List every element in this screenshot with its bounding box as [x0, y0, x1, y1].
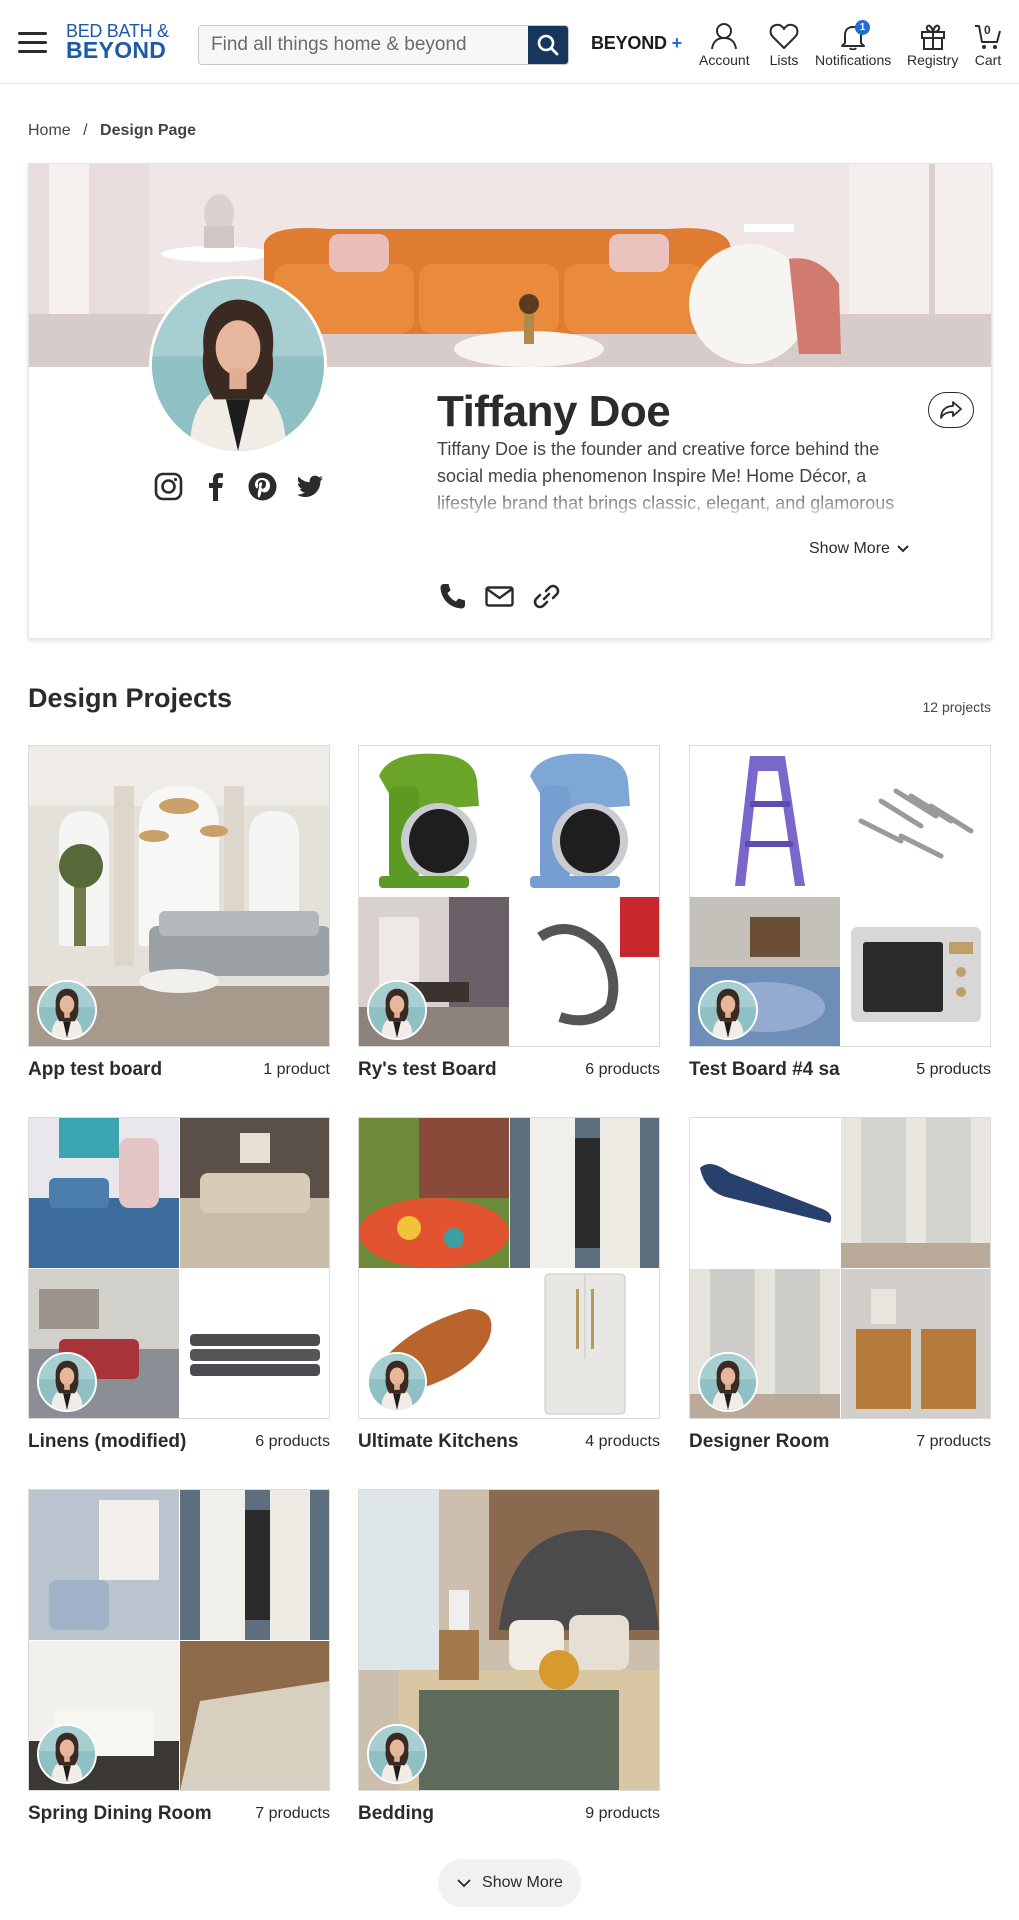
nav-account-label: Account — [699, 52, 750, 68]
project-product-count: 7 products — [916, 1433, 991, 1450]
project-title: Bedding — [358, 1803, 434, 1824]
twitter-icon[interactable] — [294, 471, 325, 502]
share-icon — [940, 401, 962, 419]
nav-notifications-label: Notifications — [815, 52, 892, 68]
notifications-badge: 1 — [855, 20, 870, 35]
site-header: BED BATH & BEYOND BEYOND + Account Lists… — [0, 0, 1019, 84]
designer-avatar — [37, 980, 97, 1040]
design-projects-heading: Design Projects — [28, 683, 233, 713]
project-card[interactable]: App test board 1 product — [28, 745, 330, 1080]
project-card[interactable]: Spring Dining Room 7 products — [28, 1489, 330, 1824]
designer-profile-card: Tiffany Doe Tiffany Doe is the founder a… — [28, 163, 992, 639]
mail-icon[interactable] — [484, 581, 515, 612]
project-thumbnail — [358, 745, 660, 1047]
designer-avatar — [698, 980, 758, 1040]
contact-links — [437, 581, 562, 612]
nav-cart-label: Cart — [974, 52, 1002, 68]
search-bar — [198, 25, 569, 65]
projects-count: 12 projects — [922, 699, 991, 715]
project-card[interactable]: Test Board #4 sa 5 products — [689, 745, 991, 1080]
breadcrumb: Home / Design Page — [28, 122, 196, 140]
project-title: Spring Dining Room — [28, 1803, 212, 1824]
project-product-count: 6 products — [255, 1433, 330, 1450]
project-title: Test Board #4 sa — [689, 1059, 840, 1080]
search-input[interactable] — [199, 26, 529, 64]
search-icon — [537, 34, 559, 56]
project-product-count: 4 products — [585, 1433, 660, 1450]
project-title: Ultimate Kitchens — [358, 1431, 519, 1452]
project-product-count: 7 products — [255, 1805, 330, 1822]
account-icon — [711, 23, 738, 50]
social-links — [153, 471, 325, 502]
designer-avatar — [37, 1352, 97, 1412]
nav-registry[interactable]: Registry — [907, 22, 958, 68]
instagram-icon[interactable] — [153, 471, 184, 502]
project-thumbnail — [689, 1117, 991, 1419]
project-product-count: 9 products — [585, 1805, 660, 1822]
cart-count: 0 — [984, 23, 991, 37]
project-title: Designer Room — [689, 1431, 830, 1452]
search-button[interactable] — [528, 26, 568, 64]
site-logo[interactable]: BED BATH & BEYOND — [66, 22, 171, 62]
beyond-plus-sign: + — [671, 33, 683, 53]
breadcrumb-separator: / — [83, 122, 88, 139]
breadcrumb-current: Design Page — [100, 122, 197, 139]
nav-notifications[interactable]: 1 Notifications — [815, 20, 892, 68]
project-thumbnail — [358, 1489, 660, 1791]
project-product-count: 5 products — [916, 1061, 991, 1078]
nav-registry-label: Registry — [907, 52, 959, 68]
pinterest-icon[interactable] — [247, 471, 278, 502]
beyond-label: BEYOND — [591, 33, 667, 53]
nav-cart[interactable]: 0 Cart — [973, 22, 1003, 68]
nav-account[interactable]: Account — [699, 22, 750, 68]
profile-avatar — [149, 276, 327, 454]
designer-avatar — [367, 1352, 427, 1412]
breadcrumb-home[interactable]: Home — [28, 122, 71, 139]
phone-icon[interactable] — [437, 581, 468, 612]
project-card[interactable]: Bedding 9 products — [358, 1489, 660, 1824]
projects-show-more-button[interactable]: Show More — [438, 1859, 581, 1907]
project-card[interactable]: Linens (modified) 6 products — [28, 1117, 330, 1452]
logo-line-2: BEYOND — [66, 37, 167, 63]
project-thumbnail — [28, 745, 330, 1047]
designer-avatar — [367, 1724, 427, 1784]
project-card[interactable]: Designer Room 7 products — [689, 1117, 991, 1452]
chevron-down-icon — [457, 1879, 471, 1888]
facebook-icon[interactable] — [200, 471, 231, 502]
beyond-plus-link[interactable]: BEYOND + — [591, 33, 682, 54]
project-product-count: 1 product — [263, 1061, 330, 1078]
project-card[interactable]: Ultimate Kitchens 4 products — [358, 1117, 660, 1452]
link-icon[interactable] — [531, 581, 562, 612]
share-button[interactable] — [928, 392, 974, 428]
designer-avatar — [367, 980, 427, 1040]
designer-avatar — [37, 1724, 97, 1784]
designer-avatar — [698, 1352, 758, 1412]
gift-icon — [920, 24, 945, 50]
project-thumbnail — [28, 1489, 330, 1791]
project-thumbnail — [689, 745, 991, 1047]
nav-lists-label: Lists — [769, 52, 799, 68]
project-title: App test board — [28, 1059, 163, 1080]
project-product-count: 6 products — [585, 1061, 660, 1078]
bio-show-more-button[interactable]: Show More — [809, 540, 910, 558]
bio-fade-overlay — [437, 490, 917, 520]
profile-name: Tiffany Doe — [437, 387, 671, 436]
bio-show-more-label: Show More — [809, 540, 890, 557]
projects-show-more-label: Show More — [482, 1874, 563, 1891]
chevron-down-icon — [897, 545, 909, 553]
menu-icon[interactable] — [18, 32, 47, 56]
project-title: Ry's test Board — [358, 1059, 497, 1080]
heart-icon — [769, 23, 799, 49]
nav-lists[interactable]: Lists — [769, 22, 799, 68]
project-title: Linens (modified) — [28, 1431, 187, 1452]
project-card[interactable]: Ry's test Board 6 products — [358, 745, 660, 1080]
project-thumbnail — [358, 1117, 660, 1419]
project-thumbnail — [28, 1117, 330, 1419]
